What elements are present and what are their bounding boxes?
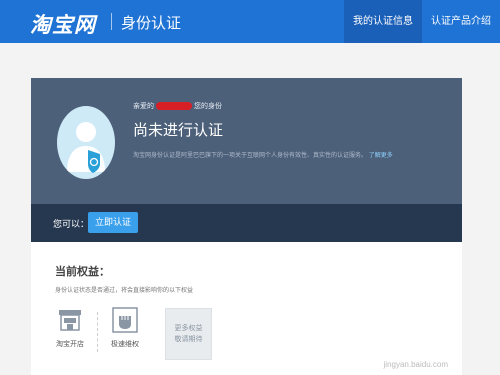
taobao-logo[interactable]: 淘宝网 xyxy=(30,9,96,39)
certification-status-panel: 亲爱的 您的身份 尚未进行认证 淘宝网身份认证是阿里巴巴旗下的一项关于互联网个人身… xyxy=(31,78,462,204)
user-avatar-icon xyxy=(57,106,115,179)
certify-now-button[interactable]: 立即认证 xyxy=(88,212,138,233)
header-divider xyxy=(111,13,112,30)
action-bar: 您可以： 立即认证 xyxy=(31,204,462,242)
benefit-fast-rights-label: 极速维权 xyxy=(111,341,139,348)
baidu-watermark: jingyan.baidu.com xyxy=(383,360,448,369)
certification-description: 淘宝网身份认证是阿里巴巴旗下的一项关于互联网个人身份有效性、真实性的认证服务。 … xyxy=(133,150,393,159)
nav-product-intro[interactable]: 认证产品介绍 xyxy=(422,0,500,43)
action-label: 您可以： xyxy=(53,219,90,229)
header-nav: 我的认证信息 认证产品介绍 xyxy=(344,0,500,43)
benefits-section: 当前权益： 身份认证状态是否通过，将会直接影响你的以下权益 淘宝开店 极速维权 … xyxy=(31,242,462,375)
benefits-title: 当前权益： xyxy=(55,266,110,278)
more-benefits-line2: 敬请期待 xyxy=(174,336,203,343)
benefit-open-store-label: 淘宝开店 xyxy=(56,341,84,348)
benefit-open-store[interactable]: 淘宝开店 xyxy=(53,305,87,349)
benefit-separator xyxy=(97,312,99,352)
certification-card: 亲爱的 您的身份 尚未进行认证 淘宝网身份认证是阿里巴巴旗下的一项关于互联网个人身… xyxy=(31,78,462,375)
benefits-subtitle: 身份认证状态是否通过，将会直接影响你的以下权益 xyxy=(55,288,194,294)
nav-my-certification[interactable]: 我的认证信息 xyxy=(344,0,422,43)
store-icon xyxy=(55,305,85,335)
learn-more-link[interactable]: 了解更多 xyxy=(369,153,393,159)
benefit-fast-rights[interactable]: 极速维权 xyxy=(108,305,142,349)
more-benefits-line1: 更多权益 xyxy=(174,325,203,332)
section-title: 身份认证 xyxy=(121,15,182,32)
description-text: 淘宝网身份认证是阿里巴巴旗下的一项关于互联网个人身份有效性、真实性的认证服务。 xyxy=(133,153,368,159)
greeting-text: 亲爱的 您的身份 xyxy=(133,101,222,111)
fist-icon xyxy=(110,305,140,335)
redacted-username xyxy=(156,102,192,111)
greeting-prefix: 亲爱的 xyxy=(133,103,154,110)
greeting-suffix: 您的身份 xyxy=(194,103,222,110)
certification-status: 尚未进行认证 xyxy=(133,122,224,139)
more-benefits-placeholder: 更多权益 敬请期待 xyxy=(165,308,212,360)
top-navigation-bar: 淘宝网 身份认证 我的认证信息 认证产品介绍 xyxy=(0,0,500,43)
